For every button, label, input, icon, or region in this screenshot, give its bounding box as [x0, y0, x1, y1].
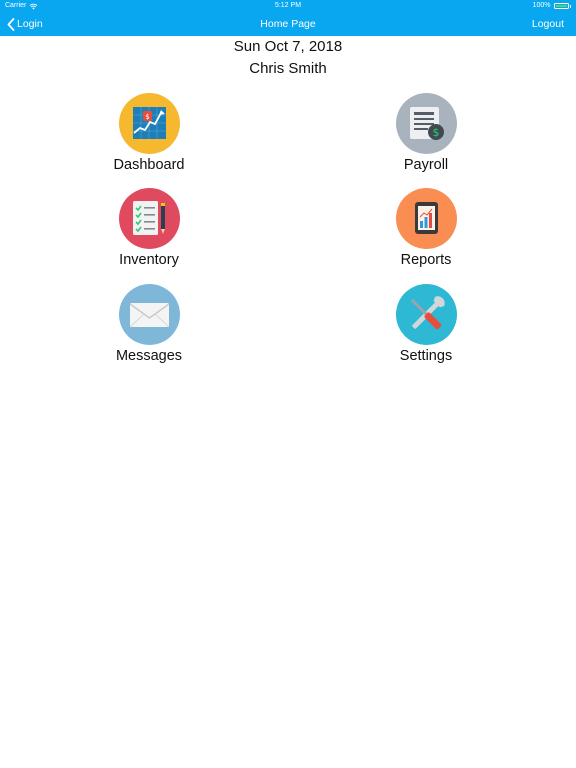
inventory-checklist-icon	[119, 188, 180, 249]
status-time: 5:12 PM	[274, 2, 302, 9]
tile-messages-label: Messages	[115, 348, 183, 364]
tile-inventory[interactable]: Inventory	[79, 188, 219, 274]
wrench-screwdriver-icon	[396, 284, 457, 345]
battery-indicator: 100%	[533, 0, 571, 12]
battery-icon	[553, 3, 569, 9]
tile-messages[interactable]: Messages	[79, 284, 219, 370]
tile-payroll-label: Payroll	[403, 157, 449, 173]
logout-button[interactable]: Logout	[532, 12, 564, 36]
svg-text:$: $	[433, 126, 440, 139]
tile-reports[interactable]: Reports	[356, 188, 496, 274]
payroll-document-icon: $	[396, 93, 457, 154]
current-date: Sun Oct 7, 2018	[233, 38, 343, 55]
user-name: Chris Smith	[249, 60, 327, 77]
app-header: Carrier 5:12 PM 100% Login Home Page Log…	[0, 0, 576, 36]
tile-dashboard-label: Dashboard	[113, 157, 185, 173]
tile-inventory-label: Inventory	[119, 252, 179, 268]
reports-tablet-icon	[396, 188, 457, 249]
tile-dashboard[interactable]: $ Dashboard	[79, 93, 219, 179]
tile-settings-label: Settings	[399, 348, 453, 364]
battery-percent: 100%	[532, 2, 551, 9]
page-title: Home Page	[260, 18, 316, 30]
svg-text:$: $	[145, 113, 149, 121]
status-bar: Carrier 5:12 PM 100%	[0, 0, 576, 12]
tile-reports-label: Reports	[400, 252, 452, 268]
tile-settings[interactable]: Settings	[356, 284, 496, 370]
envelope-icon	[119, 284, 180, 345]
dashboard-chart-icon: $	[119, 93, 180, 154]
navigation-bar: Login Home Page Logout	[0, 12, 576, 36]
tile-payroll[interactable]: $ Payroll	[356, 93, 496, 179]
